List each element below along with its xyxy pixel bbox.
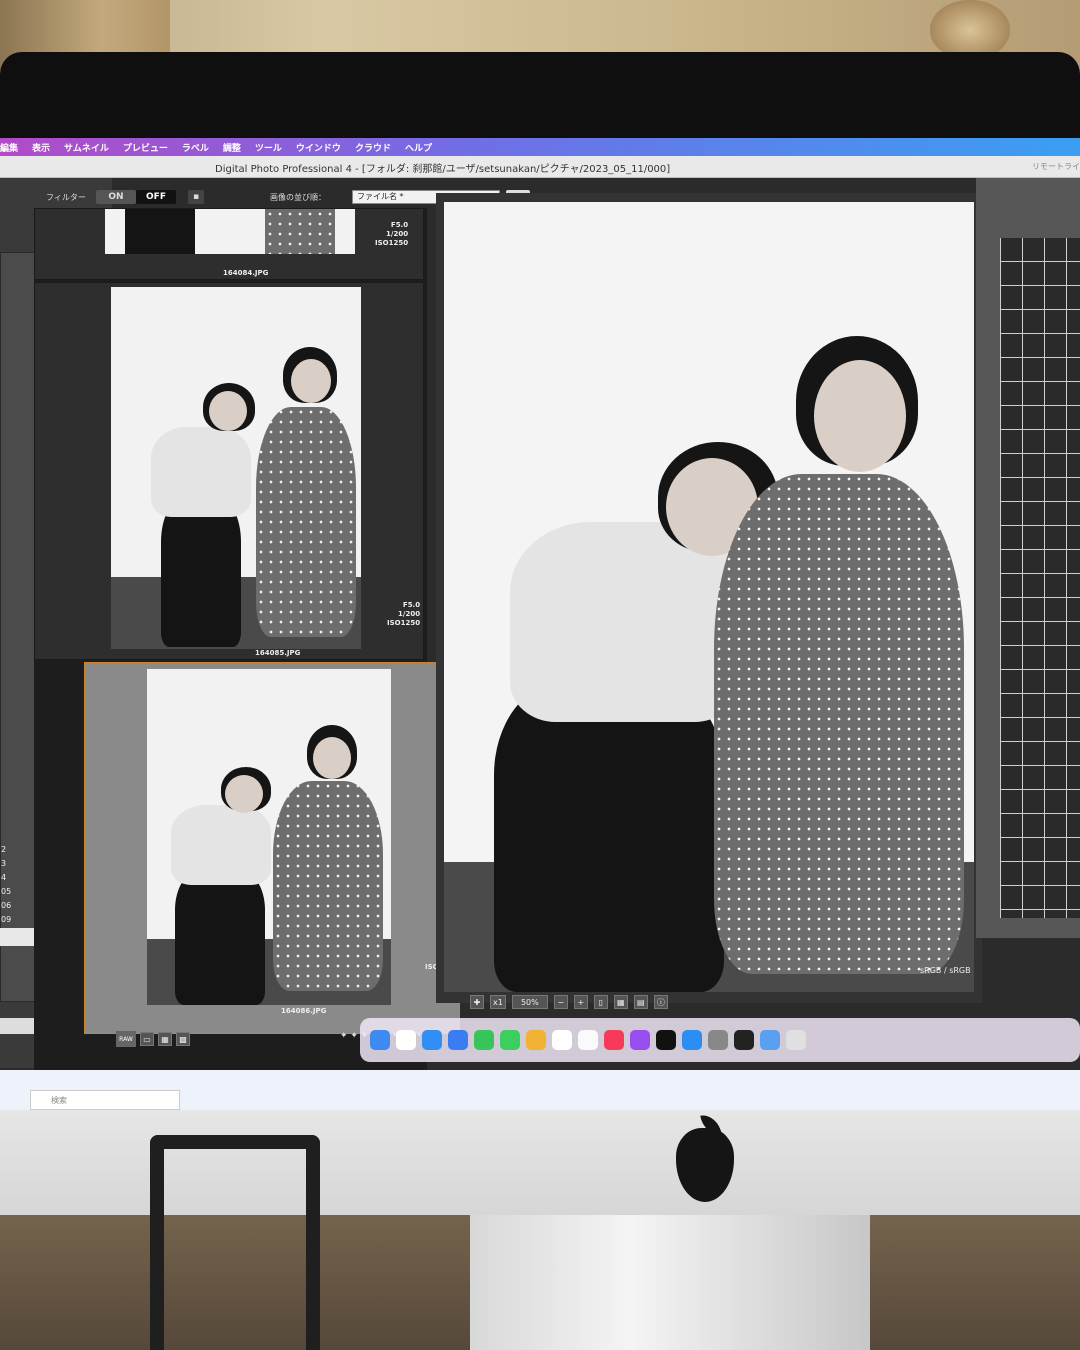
preview-viewer[interactable] — [444, 202, 974, 992]
folder-list: 2 3 4 05 06 09 31 — [1, 843, 11, 941]
single-view-icon[interactable]: ▭ — [140, 1032, 154, 1046]
filter-off-button[interactable]: OFF — [136, 190, 176, 204]
lock-icon[interactable]: ▪ — [188, 190, 204, 204]
zoom-select[interactable]: 50% — [511, 995, 548, 1009]
photos-icon[interactable] — [526, 1030, 546, 1050]
thumbnail-filename: 164086.JPG — [281, 1007, 327, 1015]
music-icon[interactable] — [604, 1030, 624, 1050]
folder-item[interactable]: 06 — [1, 899, 11, 913]
menu-edit[interactable]: 編集 — [0, 141, 18, 154]
viewer-toolbar: ✚ x1 50% − + ▯ ▦ ▤ ⓘ — [470, 990, 970, 1014]
thumbnail-cell-selected[interactable]: F5.0 1/200 ISO1250 164086.JPG — [84, 662, 460, 1034]
raw-filter-button[interactable]: RAW — [116, 1031, 136, 1047]
trash-icon[interactable] — [786, 1030, 806, 1050]
menu-cloud[interactable]: クラウド — [355, 141, 391, 154]
zoom-factor[interactable]: x1 — [490, 995, 506, 1009]
thumbnail-cell[interactable]: F5.0 1/200 ISO1250 164085.JPG — [34, 282, 424, 660]
filter-on-button[interactable]: ON — [96, 190, 136, 204]
menu-adjust[interactable]: 調整 — [223, 141, 241, 154]
menu-view[interactable]: 表示 — [32, 141, 50, 154]
settings-icon[interactable] — [708, 1030, 728, 1050]
person-right-face — [814, 360, 906, 472]
thumbnail-image — [147, 669, 391, 1005]
zoom-out-icon[interactable]: − — [553, 995, 568, 1009]
zoom-in-icon[interactable]: + — [573, 995, 588, 1009]
safari-icon[interactable] — [422, 1030, 442, 1050]
compare-icon[interactable]: ▯ — [593, 995, 608, 1009]
person-left-trousers — [494, 682, 724, 992]
exif-info: F5.0 1/200 ISO1250 — [375, 221, 409, 247]
preview-app-icon[interactable] — [760, 1030, 780, 1050]
appstore-icon[interactable] — [682, 1030, 702, 1050]
window-titlebar: Digital Photo Professional 4 - [フォルダ: 刹那… — [0, 156, 1080, 178]
right-thumbnail-grid — [1000, 238, 1080, 918]
mail-icon[interactable] — [448, 1030, 468, 1050]
launchpad-icon[interactable] — [396, 1030, 416, 1050]
menu-tools[interactable]: ツール — [255, 141, 282, 154]
folder-item[interactable]: 2 — [1, 843, 11, 857]
thumbnail-image — [111, 287, 361, 649]
calendar-icon[interactable] — [552, 1030, 572, 1050]
podcasts-icon[interactable] — [630, 1030, 650, 1050]
folder-item[interactable]: 05 — [1, 885, 11, 899]
folder-item[interactable]: 3 — [1, 857, 11, 871]
sort-select-value: ファイル名 * — [357, 192, 404, 201]
filter-label: フィルター — [46, 193, 86, 202]
layout-icon[interactable]: ▤ — [633, 995, 648, 1009]
menu-thumbnail[interactable]: サムネイル — [64, 141, 109, 154]
menu-help[interactable]: ヘルプ — [405, 141, 432, 154]
grid-view-icon[interactable]: ▦ — [158, 1032, 172, 1046]
bridge-icon[interactable] — [734, 1030, 754, 1050]
menu-label[interactable]: ラベル — [182, 141, 209, 154]
exif-info: F5.0 1/200 ISO1250 — [387, 601, 421, 627]
remote-live-label[interactable]: リモートライブ — [1032, 161, 1080, 172]
folder-item[interactable]: 4 — [1, 871, 11, 885]
monitor-screen: 編集 表示 サムネイル プレビュー ラベル 調整 ツール ウインドウ クラウド … — [0, 138, 1080, 1110]
macos-dock — [360, 1018, 1080, 1062]
color-space-label: sRGB / sRGB — [920, 966, 971, 975]
thumbnail-filename: 164084.JPG — [223, 269, 269, 277]
person-right-dress — [714, 474, 964, 974]
window-title: Digital Photo Professional 4 - [フォルダ: 刹那… — [215, 164, 671, 175]
folder-item[interactable]: 09 — [1, 913, 11, 927]
monitor-stand — [470, 1205, 870, 1350]
phone-holder — [150, 1135, 320, 1350]
notes-icon[interactable] — [578, 1030, 598, 1050]
finder-icon[interactable] — [370, 1030, 390, 1050]
multi-view-icon[interactable]: ▩ — [176, 1032, 190, 1046]
menu-window[interactable]: ウインドウ — [296, 141, 341, 154]
menu-preview[interactable]: プレビュー — [123, 141, 168, 154]
thumbnail-pane: F5.0 1/200 ISO1250 164084.JPG F5.0 1/200 — [34, 208, 460, 1078]
fit-icon[interactable]: ✚ — [470, 995, 484, 1009]
facetime-icon[interactable] — [474, 1030, 494, 1050]
search-input[interactable]: 検索 — [30, 1090, 180, 1110]
tv-icon[interactable] — [656, 1030, 676, 1050]
menu-bar: 編集 表示 サムネイル プレビュー ラベル 調整 ツール ウインドウ クラウド … — [0, 138, 1080, 156]
info-icon[interactable]: ⓘ — [653, 995, 668, 1009]
curtain-tassel — [930, 0, 1010, 60]
thumbnail-cell[interactable]: F5.0 1/200 ISO1250 164084.JPG — [34, 208, 424, 280]
messages-icon[interactable] — [500, 1030, 520, 1050]
sort-label: 画像の並び順： — [270, 193, 326, 202]
thumbnail-filename: 164085.JPG — [255, 649, 301, 657]
grid-icon[interactable]: ▦ — [613, 995, 628, 1009]
thumbnail-image — [105, 209, 355, 254]
